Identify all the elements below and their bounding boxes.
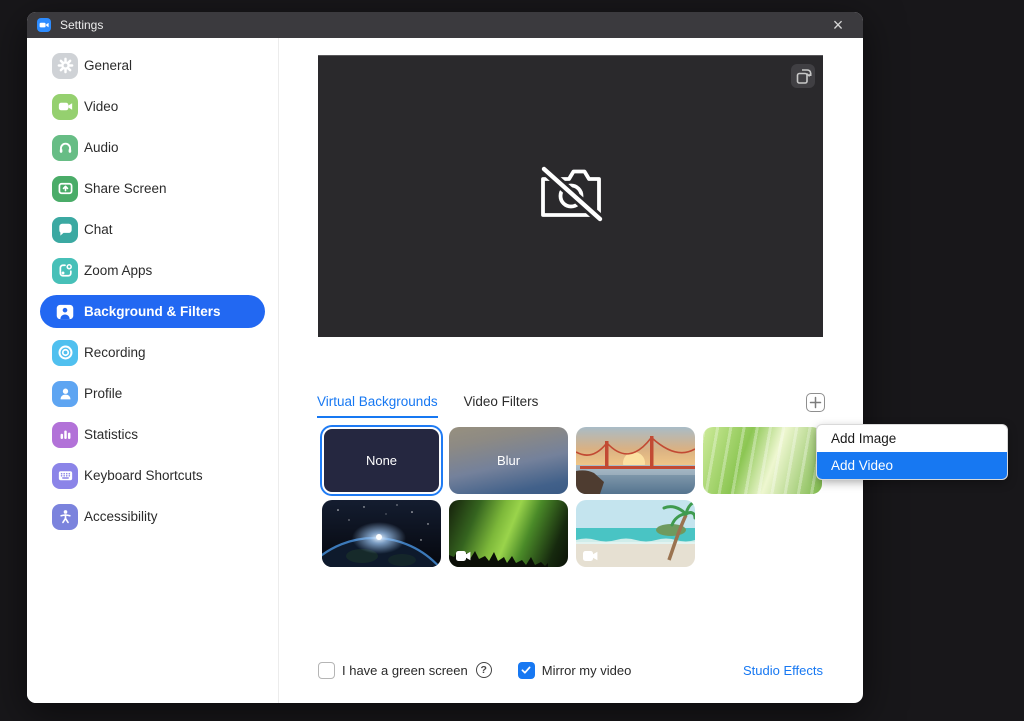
sidebar-item-label: Audio bbox=[84, 140, 119, 155]
rotate-icon[interactable] bbox=[791, 64, 815, 88]
sidebar-item-label: Keyboard Shortcuts bbox=[84, 468, 203, 483]
settings-window: Settings × General bbox=[27, 12, 863, 703]
background-filters-icon bbox=[52, 299, 78, 325]
add-background-button[interactable] bbox=[806, 393, 825, 412]
chat-bubble-icon bbox=[52, 217, 78, 243]
plus-icon bbox=[809, 396, 822, 409]
mirror-video-label: Mirror my video bbox=[542, 663, 632, 678]
video-camera-icon bbox=[52, 94, 78, 120]
sidebar-item-label: Accessibility bbox=[84, 509, 158, 524]
sidebar-item-share-screen[interactable]: Share Screen bbox=[40, 172, 265, 205]
sidebar-item-label: Share Screen bbox=[84, 181, 167, 196]
sidebar-item-accessibility[interactable]: Accessibility bbox=[40, 500, 265, 533]
sidebar-item-label: Profile bbox=[84, 386, 122, 401]
mirror-video-checkbox[interactable] bbox=[518, 662, 535, 679]
sidebar-item-chat[interactable]: Chat bbox=[40, 213, 265, 246]
sidebar-item-label: Zoom Apps bbox=[84, 263, 152, 278]
settings-sidebar: General Video Audio bbox=[27, 38, 279, 703]
zoom-app-icon bbox=[36, 17, 52, 33]
sidebar-item-label: Statistics bbox=[84, 427, 138, 442]
sidebar-item-label: General bbox=[84, 58, 132, 73]
background-tile-earth-from-space[interactable] bbox=[322, 500, 441, 567]
background-tile-green-grass[interactable] bbox=[703, 427, 822, 494]
tile-label: Blur bbox=[449, 427, 568, 494]
keyboard-icon bbox=[52, 463, 78, 489]
main-content: Virtual Backgrounds Video Filters None B… bbox=[280, 38, 863, 703]
sidebar-item-zoom-apps[interactable]: Zoom Apps bbox=[40, 254, 265, 287]
camera-off-icon bbox=[534, 163, 608, 230]
zoom-apps-icon bbox=[52, 258, 78, 284]
sidebar-item-video[interactable]: Video bbox=[40, 90, 265, 123]
background-tile-golden-gate-bridge[interactable] bbox=[576, 427, 695, 494]
bar-chart-icon bbox=[52, 422, 78, 448]
background-tile-aurora-forest[interactable] bbox=[449, 500, 568, 567]
video-background-badge-icon bbox=[456, 551, 471, 561]
studio-effects-link[interactable]: Studio Effects bbox=[743, 663, 823, 678]
green-screen-label: I have a green screen bbox=[342, 663, 468, 678]
menu-item-add-image[interactable]: Add Image bbox=[817, 425, 1007, 452]
title-bar: Settings × bbox=[27, 12, 863, 38]
background-tabs: Virtual Backgrounds Video Filters bbox=[317, 394, 538, 418]
sidebar-item-keyboard-shortcuts[interactable]: Keyboard Shortcuts bbox=[40, 459, 265, 492]
sidebar-item-label: Background & Filters bbox=[84, 304, 221, 319]
record-icon bbox=[52, 340, 78, 366]
green-screen-checkbox[interactable] bbox=[318, 662, 335, 679]
sidebar-item-label: Chat bbox=[84, 222, 113, 237]
profile-icon bbox=[52, 381, 78, 407]
check-icon bbox=[520, 664, 532, 676]
video-background-badge-icon bbox=[583, 551, 598, 561]
mirror-video-group: Mirror my video bbox=[518, 662, 632, 679]
tab-video-filters[interactable]: Video Filters bbox=[464, 394, 539, 418]
share-screen-icon bbox=[52, 176, 78, 202]
headphones-icon bbox=[52, 135, 78, 161]
close-icon[interactable]: × bbox=[825, 12, 851, 38]
add-background-context-menu: Add Image Add Video bbox=[817, 425, 1007, 479]
background-options-footer: I have a green screen ? Mirror my video … bbox=[318, 659, 823, 681]
sidebar-item-general[interactable]: General bbox=[40, 49, 265, 82]
background-tile-beach-palm-tree[interactable] bbox=[576, 500, 695, 567]
sidebar-item-audio[interactable]: Audio bbox=[40, 131, 265, 164]
sidebar-item-background-filters[interactable]: Background & Filters bbox=[40, 295, 265, 328]
gear-icon bbox=[52, 53, 78, 79]
background-tile-none[interactable]: None bbox=[322, 427, 441, 494]
desktop-background: { "window": { "title": "Settings", "clos… bbox=[0, 0, 1024, 721]
background-tile-blur[interactable]: Blur bbox=[449, 427, 568, 494]
sidebar-item-recording[interactable]: Recording bbox=[40, 336, 265, 369]
virtual-background-grid: None Blur bbox=[322, 427, 834, 567]
accessibility-icon bbox=[52, 504, 78, 530]
help-icon[interactable]: ? bbox=[476, 662, 492, 678]
sidebar-item-label: Video bbox=[84, 99, 118, 114]
sidebar-item-profile[interactable]: Profile bbox=[40, 377, 265, 410]
menu-item-add-video[interactable]: Add Video bbox=[817, 452, 1007, 479]
sidebar-item-statistics[interactable]: Statistics bbox=[40, 418, 265, 451]
video-preview bbox=[318, 55, 823, 337]
tile-label: None bbox=[324, 429, 439, 492]
window-title: Settings bbox=[60, 18, 103, 32]
sidebar-item-label: Recording bbox=[84, 345, 146, 360]
tab-virtual-backgrounds[interactable]: Virtual Backgrounds bbox=[317, 394, 438, 418]
